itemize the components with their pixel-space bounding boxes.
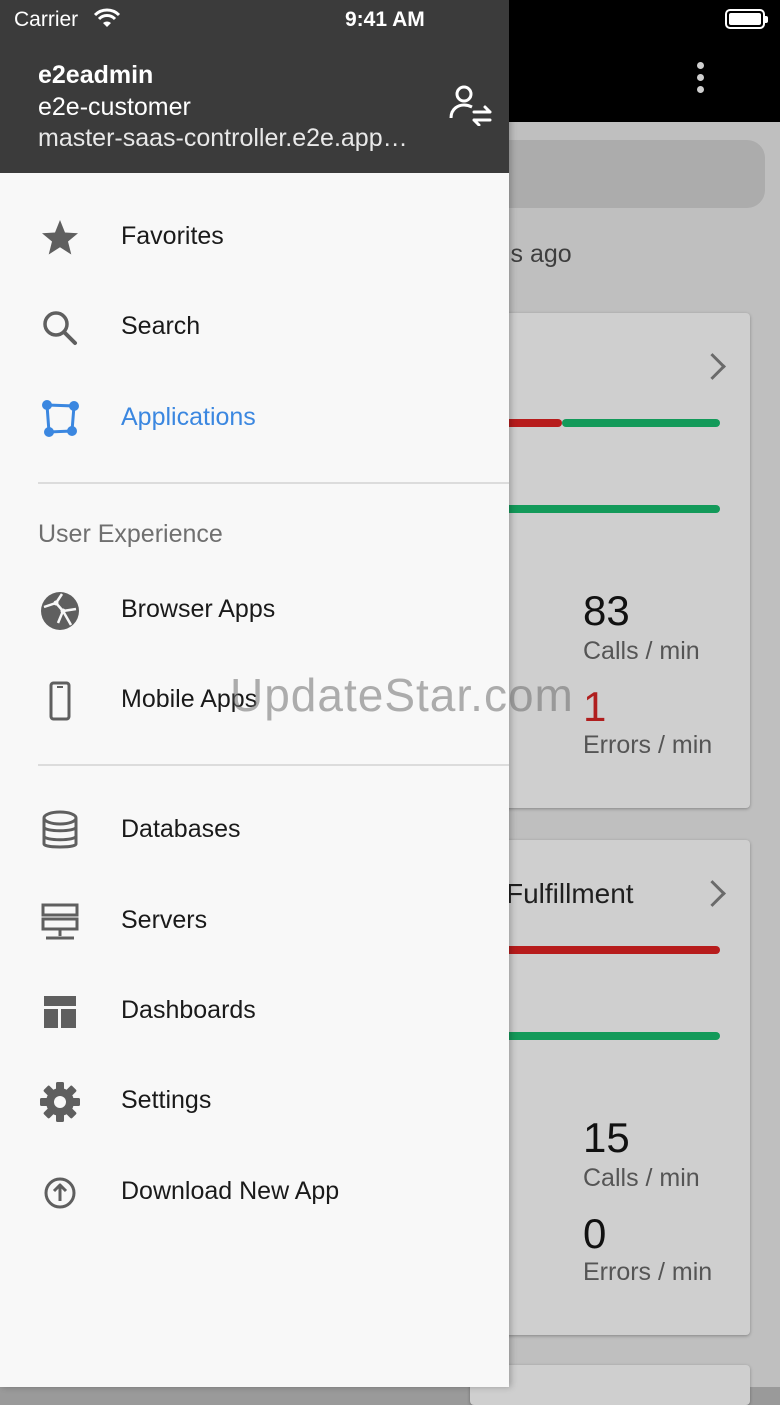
errors-label: Errors / min (583, 1258, 713, 1286)
star-icon (42, 220, 78, 255)
section-header-user-experience: User Experience (38, 520, 223, 548)
menu-item-servers[interactable]: Servers (0, 882, 509, 962)
switch-account-icon[interactable] (448, 84, 494, 126)
menu-item-label: Settings (121, 1086, 212, 1114)
wifi-icon (93, 8, 121, 27)
menu-item-settings[interactable]: Settings (0, 1062, 509, 1142)
calls-label: Calls / min (583, 637, 700, 665)
menu-divider (38, 482, 509, 484)
carrier-label: Carrier (14, 8, 79, 31)
menu-item-applications[interactable]: Applications (0, 379, 509, 459)
chevron-right-icon (699, 880, 726, 907)
gear-icon (40, 1082, 80, 1122)
calls-value: 83 (583, 587, 630, 634)
server-icon (41, 903, 79, 940)
controller-host: master-saas-controller.e2e.appdynamics.c… (38, 124, 418, 152)
chevron-right-icon (699, 353, 726, 380)
database-icon (42, 810, 78, 849)
menu-item-label: Search (121, 312, 201, 340)
application-card[interactable]: Fulfillment 15 Calls / min 0 Errors / mi… (470, 840, 750, 1335)
search-icon (43, 311, 77, 345)
watermark-text: UpdateStar.com (230, 669, 574, 721)
health-bar-ok (500, 505, 720, 513)
menu-item-label: Favorites (121, 222, 224, 250)
errors-label: Errors / min (583, 731, 713, 759)
menu-item-search[interactable]: Search (0, 288, 509, 368)
menu-item-label: Servers (121, 906, 208, 934)
last-updated-text: ls ago (505, 240, 572, 268)
background-search-bar (480, 140, 765, 208)
health-bar-ok (562, 419, 720, 427)
menu-item-label: Download New App (121, 1177, 340, 1205)
health-bar-ok (500, 1032, 720, 1040)
menu-item-label: Databases (121, 815, 241, 843)
menu-item-databases[interactable]: Databases (0, 791, 509, 871)
errors-value: 0 (583, 1210, 607, 1257)
health-bar-error (500, 419, 562, 427)
menu-item-browser-apps[interactable]: Browser Apps (0, 571, 509, 651)
menu-item-label: Dashboards (121, 996, 256, 1024)
health-bar-error (500, 946, 720, 954)
globe-icon (41, 592, 79, 630)
application-card[interactable] (470, 1365, 750, 1405)
menu-item-dashboards[interactable]: Dashboards (0, 972, 509, 1052)
dashboard-icon (44, 996, 76, 1028)
menu-divider (38, 764, 509, 766)
clock: 9:41 AM (345, 8, 425, 31)
calls-value: 15 (583, 1114, 630, 1161)
errors-value: 1 (583, 683, 607, 730)
calls-label: Calls / min (583, 1164, 700, 1192)
menu-item-download-new-app[interactable]: Download New App (0, 1153, 509, 1233)
menu-item-label: Applications (121, 403, 256, 431)
card-title: Fulfillment (506, 878, 634, 909)
account-name: e2e-customer (38, 93, 191, 121)
status-bar: Carrier 9:41 AM (0, 0, 780, 40)
application-card[interactable]: 83 Calls / min 1 Errors / min (470, 313, 750, 808)
menu-item-label: Browser Apps (121, 595, 276, 623)
applications-icon (42, 400, 79, 437)
username: e2eadmin (38, 61, 154, 89)
mobile-phone-icon (49, 681, 71, 721)
menu-item-favorites[interactable]: Favorites (0, 198, 509, 278)
more-options-icon[interactable] (692, 62, 708, 98)
upload-circle-icon (44, 1177, 76, 1209)
battery-icon (725, 9, 768, 29)
